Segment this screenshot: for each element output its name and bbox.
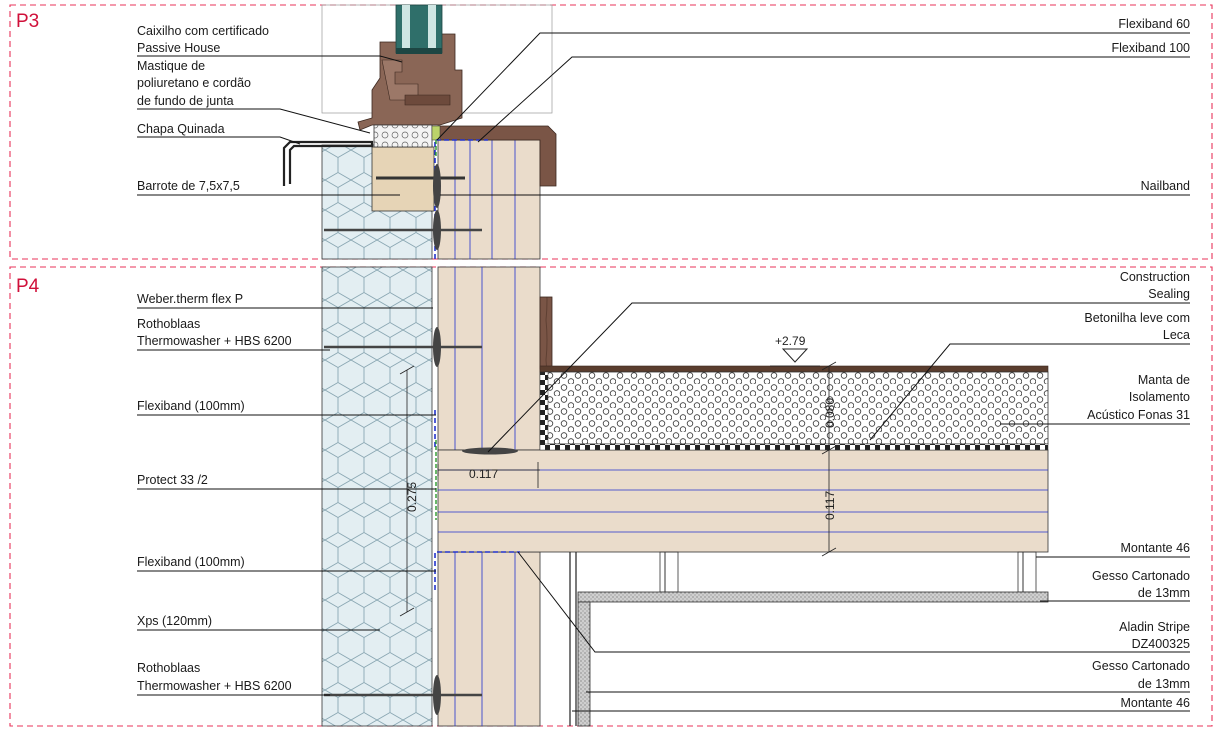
screed-edge [539, 371, 549, 447]
label-bent-flashing: Chapa Quinada [137, 122, 225, 136]
label-acoustic-mat-1: Manta de [1138, 373, 1190, 387]
label-protect: Protect 33 /2 [137, 473, 208, 487]
label-xps: Xps (120mm) [137, 614, 212, 628]
label-screed-1: Betonilha leve com [1084, 311, 1190, 325]
window-frame-detail [404, 94, 451, 106]
ceiling-hanger [1017, 551, 1037, 593]
ceiling-hanger [659, 551, 679, 593]
label-weber-therm: Weber.therm flex P [137, 292, 243, 306]
floor-slab [437, 449, 1049, 553]
p4-timber-wall-lower [437, 551, 541, 727]
label-nailband: Nailband [1141, 179, 1190, 193]
p4-washer [433, 327, 441, 367]
label-acoustic-mat-2: Isolamento [1129, 390, 1190, 404]
ceiling-gypsum [577, 591, 1049, 603]
label-acoustic-mat-3: Acústico Fonas 31 [1087, 408, 1190, 422]
label-sealant-2: poliuretano e cordão [137, 76, 251, 90]
label-screed-2: Leca [1163, 328, 1190, 342]
sill-insulation [373, 124, 433, 148]
nailband-ellipse [462, 447, 518, 455]
dimension-d3: 0.117 [823, 491, 837, 520]
floor-finish [539, 365, 1049, 373]
dimension-d1: 0.117 [469, 467, 498, 481]
glazing-pane [428, 5, 436, 49]
wall-gypsum-lining [577, 601, 591, 727]
p4-washer [433, 675, 441, 715]
p4-timber-wall-upper [437, 266, 541, 451]
level-label: +2.79 [775, 334, 806, 348]
label-construction-sealing-1: Construction [1120, 270, 1190, 284]
label-batten: Barrote de 7,5x7,5 [137, 179, 240, 193]
label-gypsum-ceiling-1: Gesso Cartonado [1092, 569, 1190, 583]
glazing-bead [396, 48, 442, 54]
label-gypsum-wall-2: de 13mm [1138, 677, 1190, 691]
label-window-frame-2: Passive House [137, 41, 220, 55]
label-flexiband-lower: Flexiband (100mm) [137, 555, 245, 569]
acoustic-mat [539, 443, 1049, 451]
p3-timber-wall [437, 139, 541, 260]
label-construction-sealing-2: Sealing [1148, 287, 1190, 301]
skirting-board [539, 296, 553, 370]
label-flexiband-100-p3: Flexiband 100 [1111, 41, 1190, 55]
glazing-pane [402, 5, 410, 49]
panel-p4-label: P4 [16, 276, 40, 297]
label-rothoblaas-upper-2: Thermowasher + HBS 6200 [137, 334, 292, 348]
panel-p3-label: P3 [16, 11, 39, 32]
construction-detail-drawing: P3 P4 +2.79 0.117 0.275 0.117 0.080 Caix… [9, 4, 1213, 727]
label-gypsum-wall-1: Gesso Cartonado [1092, 659, 1190, 673]
dimension-d2: 0.275 [405, 482, 419, 512]
leca-screed [545, 371, 1049, 445]
p3-washer [433, 164, 441, 208]
label-aladin-stripe-1: Aladin Stripe [1119, 620, 1190, 634]
leader-bent-flashing [137, 136, 301, 145]
label-flexiband-upper: Flexiband (100mm) [137, 399, 245, 413]
label-rothoblaas-lower-2: Thermowasher + HBS 6200 [137, 679, 292, 693]
leader-flexiband-60 [436, 32, 1190, 141]
p3-washer [433, 210, 441, 250]
leader-flexiband-100-p3 [477, 56, 1190, 143]
dimension-level [770, 348, 820, 367]
label-montante-upper: Montante 46 [1121, 541, 1191, 555]
label-rothoblaas-lower-1: Rothoblaas [137, 661, 200, 675]
label-rothoblaas-upper-1: Rothoblaas [137, 317, 200, 331]
label-sealant-1: Mastique de [137, 59, 205, 73]
label-window-frame-1: Caixilho com certificado [137, 24, 269, 38]
label-aladin-stripe-2: DZ400325 [1132, 637, 1190, 651]
label-sealant-3: de fundo de junta [137, 94, 234, 108]
label-gypsum-ceiling-2: de 13mm [1138, 586, 1190, 600]
dimension-d4: 0.080 [823, 398, 837, 428]
label-montante-lower: Montante 46 [1121, 696, 1191, 710]
label-flexiband-60: Flexiband 60 [1118, 17, 1190, 31]
